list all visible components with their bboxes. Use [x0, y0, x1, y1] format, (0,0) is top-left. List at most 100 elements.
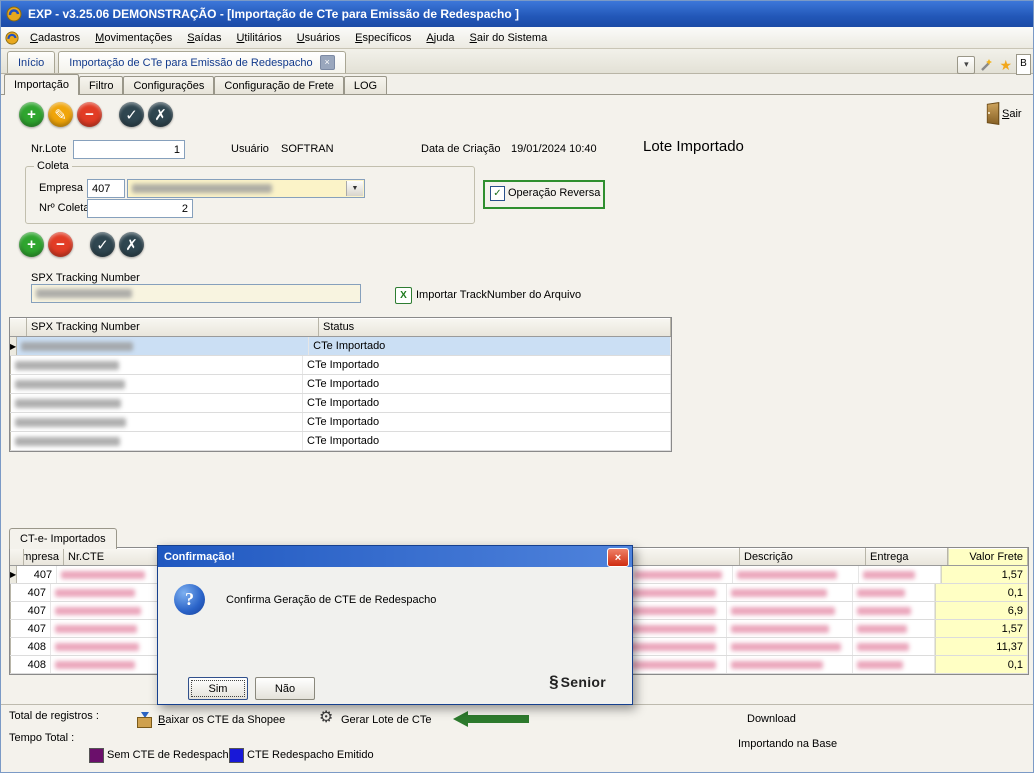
row-indicator: ▶ — [10, 566, 17, 583]
download-label: Download — [747, 713, 796, 725]
cancel-tracking-button[interactable]: ✗ — [119, 232, 144, 257]
empresa-combobox[interactable]: ▼ — [127, 179, 365, 198]
redacted-text — [55, 661, 135, 669]
entrega-cell — [853, 584, 935, 601]
add-button[interactable]: + — [19, 102, 44, 127]
descricao-cell — [733, 566, 859, 583]
empresa-cell: 407 — [11, 584, 51, 601]
nro-coleta-field[interactable]: 2 — [87, 199, 193, 218]
spx-tracking-label: SPX Tracking Number — [31, 272, 140, 284]
menu-bar: Cadastros Movimentações Saídas Utilitári… — [1, 27, 1033, 49]
gear-icon[interactable]: ⚙ — [319, 710, 333, 726]
table-row[interactable]: CTe Importado — [10, 432, 671, 451]
menu-especificos[interactable]: Específicos — [348, 30, 418, 46]
confirm-tracking-button[interactable]: ✓ — [90, 232, 115, 257]
redacted-text — [634, 571, 722, 579]
tab-importacao[interactable]: Importação — [4, 74, 79, 95]
yes-button[interactable]: Sim — [188, 677, 248, 700]
table-row[interactable]: ▶ CTe Importado — [10, 337, 671, 356]
delete-tracking-button[interactable]: − — [48, 232, 73, 257]
dialog-close-icon[interactable]: × — [607, 548, 629, 567]
lote-status-text: Lote Importado — [643, 138, 744, 155]
tab-filtro[interactable]: Filtro — [79, 76, 123, 95]
empresa-column-header[interactable]: Empresa — [24, 548, 64, 565]
gerar-lote-cte-button[interactable]: Gerar Lote de CTe — [341, 714, 432, 726]
chevron-down-icon[interactable]: ▾ — [957, 56, 975, 74]
redacted-text — [15, 361, 119, 370]
entrega-column-header[interactable]: Entrega — [866, 548, 948, 565]
empresa-code-field[interactable]: 407 — [87, 179, 125, 198]
valor-frete-column-header[interactable]: Valor Frete — [948, 548, 1028, 565]
status-cell: CTe Importado — [303, 394, 671, 412]
tools-icon[interactable] — [979, 57, 995, 73]
nr-lote-label: Nr.Lote — [31, 143, 66, 155]
menu-saidas[interactable]: Saídas — [180, 30, 228, 46]
importar-tracknumber-link[interactable]: Importar TrackNumber do Arquivo — [416, 289, 581, 301]
status-column-header[interactable]: Status — [319, 318, 671, 336]
tab-log[interactable]: LOG — [344, 76, 387, 95]
status-cell: CTe Importado — [303, 432, 671, 450]
menu-sair-do-sistema[interactable]: Sair do Sistema — [463, 30, 555, 46]
table-row[interactable]: CTe Importado — [10, 413, 671, 432]
title-bar: EXP - v3.25.06 DEMONSTRAÇÃO - [Importaçã… — [1, 1, 1033, 27]
coleta-legend: Coleta — [34, 160, 72, 172]
empresa-dropdown-icon[interactable]: ▼ — [346, 181, 363, 196]
operacao-reversa-checkbox[interactable]: ✓ — [490, 186, 505, 201]
window-title: EXP - v3.25.06 DEMONSTRAÇÃO - [Importaçã… — [28, 7, 519, 21]
tracking-cell — [17, 337, 309, 355]
redacted-text — [731, 589, 827, 597]
clipped-button[interactable]: B — [1016, 54, 1031, 75]
table-row[interactable]: CTe Importado — [10, 356, 671, 375]
tab-configuracoes[interactable]: Configurações — [123, 76, 214, 95]
redacted-text — [15, 437, 120, 446]
tab-inicio[interactable]: Início — [7, 51, 55, 73]
status-cell: CTe Importado — [309, 337, 671, 355]
exit-door-icon[interactable] — [984, 103, 999, 122]
download-shopee-icon[interactable] — [137, 712, 152, 728]
senior-logo-text: Senior — [561, 674, 606, 690]
sair-button[interactable]: Sair — [1002, 108, 1022, 120]
status-cell: CTe Importado — [303, 375, 671, 393]
empresa-cell: 407 — [17, 566, 57, 583]
menu-ajuda[interactable]: Ajuda — [419, 30, 461, 46]
nr-lote-field[interactable]: 1 — [73, 140, 185, 159]
menu-usuarios[interactable]: Usuários — [290, 30, 347, 46]
redacted-text — [857, 607, 911, 615]
no-button[interactable]: Não — [255, 677, 315, 700]
favorites-star-icon[interactable]: ★ — [999, 57, 1012, 73]
tab-cte-importados[interactable]: CT-e- Importados — [9, 528, 117, 549]
menu-movimentacoes[interactable]: Movimentações — [88, 30, 179, 46]
redacted-text — [15, 418, 126, 427]
app-menu-icon[interactable] — [5, 31, 20, 45]
delete-button[interactable]: − — [77, 102, 102, 127]
operacao-reversa-label: Operação Reversa — [508, 187, 600, 199]
redacted-text — [863, 571, 915, 579]
descricao-cell — [727, 638, 853, 655]
empresa-cell: 408 — [11, 638, 51, 655]
table-row[interactable]: CTe Importado — [10, 375, 671, 394]
tab-inicio-label: Início — [18, 57, 44, 69]
confirm-button[interactable]: ✓ — [119, 102, 144, 127]
tab-configuracao-frete[interactable]: Configuração de Frete — [214, 76, 343, 95]
edit-button[interactable]: ✎ — [48, 102, 73, 127]
table-row[interactable]: CTe Importado — [10, 394, 671, 413]
row-indicator: ▶ — [10, 337, 17, 355]
menu-utilitarios[interactable]: Utilitários — [229, 30, 288, 46]
cancel-button[interactable]: ✗ — [148, 102, 173, 127]
close-tab-icon[interactable]: × — [320, 55, 335, 70]
tab-importacao-cte[interactable]: Importação de CTe para Emissão de Redesp… — [58, 51, 345, 73]
tracking-grid: SPX Tracking Number Status ▶ CTe Importa… — [9, 317, 672, 452]
descricao-column-header[interactable]: Descrição — [740, 548, 866, 565]
redacted-text — [55, 643, 139, 651]
baixar-cte-shopee-button[interactable]: Baixar os CTE da Shopee — [158, 714, 285, 726]
redacted-text — [36, 289, 132, 298]
dialog-title-bar[interactable]: Confirmação! — [158, 546, 632, 567]
empresa-cell: 408 — [11, 656, 51, 673]
redacted-text — [632, 661, 716, 669]
tracking-column-header[interactable]: SPX Tracking Number — [27, 318, 319, 336]
spx-tracking-input[interactable] — [31, 284, 361, 303]
add-tracking-button[interactable]: + — [19, 232, 44, 257]
menu-cadastros[interactable]: Cadastros — [23, 30, 87, 46]
empresa-cell: 407 — [11, 602, 51, 619]
excel-icon[interactable]: X — [395, 287, 412, 304]
